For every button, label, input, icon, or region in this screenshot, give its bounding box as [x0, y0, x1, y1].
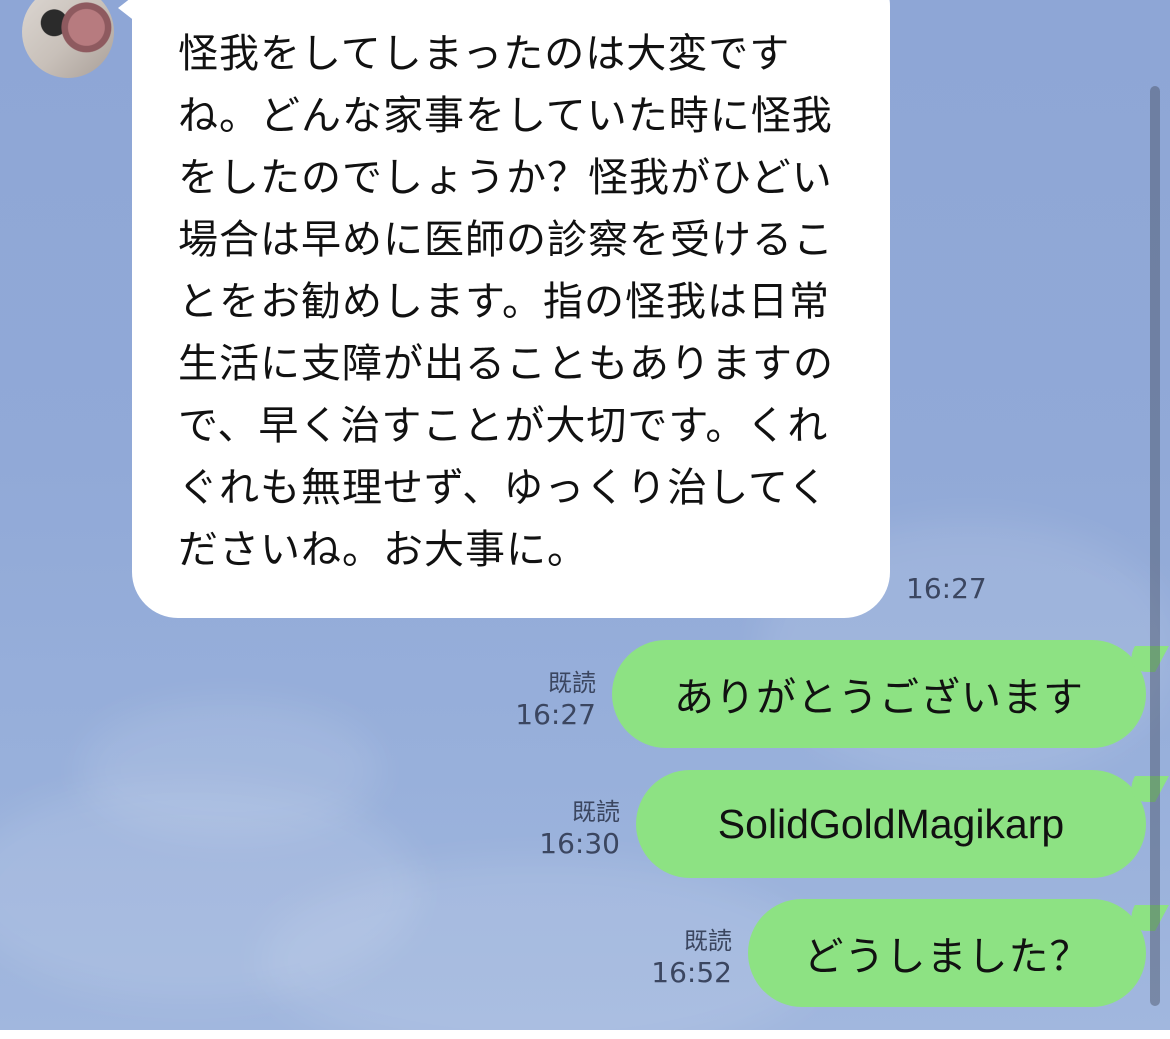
message-time: 16:27 [515, 698, 596, 731]
incoming-message-bubble[interactable]: 怪我をしてしまったのは大変ですね。どんな家事をしていた時に怪我をしたのでしょうか… [118, 0, 890, 618]
message-time: 16:30 [539, 827, 620, 860]
incoming-message-time: 16:27 [906, 572, 987, 605]
incoming-message-text: 怪我をしてしまったのは大変ですね。どんな家事をしていた時に怪我をしたのでしょうか… [178, 31, 834, 573]
outgoing-message-text: ありがとうございます [674, 675, 1084, 721]
scrollbar[interactable] [1150, 86, 1160, 1006]
outgoing-message-text: どうしました？ [803, 934, 1091, 980]
read-receipt: 既読 [684, 927, 732, 955]
bubble-tail [118, 0, 136, 22]
message-meta: 既読 16:52 [636, 926, 732, 990]
outgoing-message-bubble[interactable]: どうしました？ [748, 899, 1169, 1007]
outgoing-message-text: SolidGoldMagikarp [717, 800, 1065, 847]
message-meta: 既読 16:27 [500, 668, 596, 732]
read-receipt: 既読 [572, 798, 620, 826]
message-time: 16:52 [651, 956, 732, 989]
outgoing-message-bubble[interactable]: ありがとうございます [612, 640, 1169, 748]
message-meta: 既読 16:30 [524, 797, 620, 861]
input-area-edge [0, 1030, 1170, 1039]
read-receipt: 既読 [548, 669, 596, 697]
outgoing-message-bubble[interactable]: SolidGoldMagikarp [636, 770, 1169, 878]
